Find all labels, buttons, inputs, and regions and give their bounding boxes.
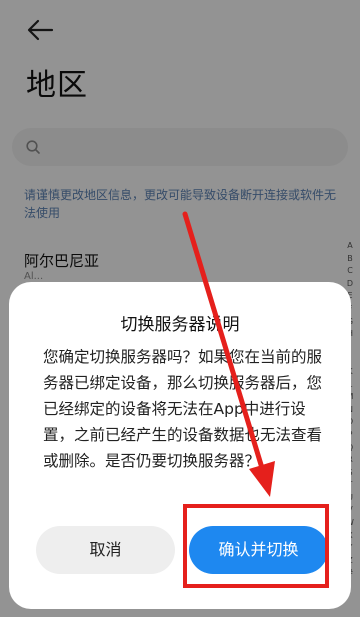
annotation-highlight-box [183, 504, 329, 588]
dialog-title: 切换服务器说明 [120, 315, 240, 335]
dialog-message: 您确定切换服务器吗？如果您在当前的服务器已绑定设备，那么切换服务器后，您已经绑定… [43, 348, 323, 470]
cancel-button[interactable]: 取消 [36, 526, 175, 574]
